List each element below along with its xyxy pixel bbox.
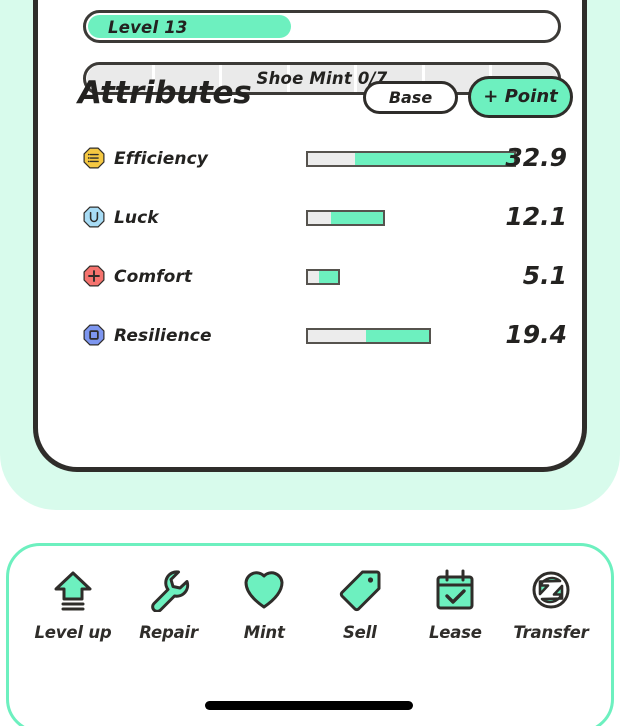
attribute-progress-fill — [319, 271, 338, 283]
attribute-progress-fill — [355, 153, 514, 165]
comfort-icon — [83, 265, 105, 287]
action-transfer[interactable]: Transfer — [505, 564, 597, 642]
page-title: Attributes — [78, 75, 252, 111]
attribute-name: Luck — [114, 208, 159, 228]
attribute-row: Comfort 5.1 — [38, 258, 592, 302]
action-label: Mint — [243, 623, 285, 642]
action-label: Repair — [139, 623, 198, 642]
attribute-value: 12.1 — [505, 202, 567, 231]
action-label: Lease — [428, 623, 482, 642]
shoe-detail-screen: Level 13 Shoe Mint 0/7 Attributes Base +… — [0, 0, 620, 726]
attribute-row: Luck 12.1 — [38, 199, 592, 243]
attribute-progress-fill — [366, 330, 429, 342]
attribute-progress-fill — [330, 212, 383, 224]
action-label: Transfer — [513, 623, 589, 642]
action-mint[interactable]: Mint — [218, 564, 310, 642]
level-up-icon — [27, 564, 119, 616]
action-level-up[interactable]: Level up — [27, 564, 119, 642]
add-point-button[interactable]: + Point — [468, 76, 573, 118]
transfer-icon — [505, 564, 597, 616]
attribute-row: Efficiency 32.9 — [38, 140, 592, 184]
level-progress-bar: Level 13 — [83, 10, 561, 43]
action-list: Level up Repair Mint Sell Lease Transfer — [27, 564, 597, 642]
attribute-progress-track — [306, 269, 340, 285]
tag-icon — [314, 564, 406, 616]
wrench-icon — [123, 564, 215, 616]
attribute-row: Resilience 19.4 — [38, 317, 592, 361]
attribute-name: Resilience — [114, 326, 212, 346]
attribute-progress-track — [306, 151, 516, 167]
base-button[interactable]: Base — [363, 81, 458, 114]
action-label: Sell — [342, 623, 377, 642]
efficiency-icon — [83, 147, 105, 169]
attribute-name: Efficiency — [114, 149, 208, 169]
action-sell[interactable]: Sell — [314, 564, 406, 642]
heart-icon — [218, 564, 310, 616]
action-repair[interactable]: Repair — [123, 564, 215, 642]
attribute-progress-track — [306, 328, 431, 344]
action-label: Level up — [34, 623, 112, 642]
resilience-icon — [83, 324, 105, 346]
shoe-detail-card: Level 13 Shoe Mint 0/7 Attributes Base +… — [33, 0, 587, 472]
action-panel: Level up Repair Mint Sell Lease Transfer — [6, 543, 614, 726]
calendar-check-icon — [409, 564, 501, 616]
luck-icon — [83, 206, 105, 228]
action-lease[interactable]: Lease — [409, 564, 501, 642]
attribute-name: Comfort — [114, 267, 193, 287]
attribute-progress-track — [306, 210, 385, 226]
attribute-value: 19.4 — [505, 320, 567, 349]
attribute-value: 5.1 — [522, 261, 567, 290]
attribute-value: 32.9 — [505, 143, 567, 172]
home-indicator — [205, 701, 413, 710]
attributes-header: Attributes Base + Point — [38, 73, 592, 133]
level-label: Level 13 — [108, 18, 188, 37]
